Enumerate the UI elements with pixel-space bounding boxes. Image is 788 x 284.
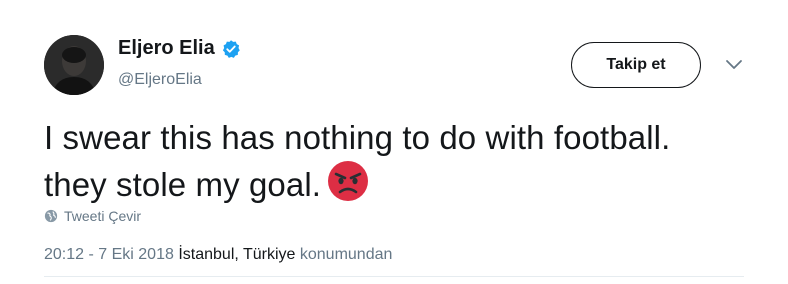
tweet-timestamp[interactable]: 20:12 - 7 Eki 2018 [44, 246, 174, 263]
author-name-row: Eljero Elia [118, 37, 241, 60]
tweet-location[interactable]: İstanbul, Türkiye [178, 246, 295, 263]
tweet-text: I swear this has nothing to do with foot… [44, 115, 744, 207]
divider [44, 276, 744, 277]
author-handle[interactable]: @EljeroElia [118, 71, 202, 89]
chevron-down-icon[interactable] [724, 58, 744, 72]
author-display-name[interactable]: Eljero Elia [118, 37, 215, 60]
translate-tweet-link[interactable]: Tweeti Çevir [44, 208, 141, 224]
translate-label[interactable]: Tweeti Çevir [64, 208, 141, 224]
avatar[interactable] [44, 35, 104, 95]
tweet-card: Eljero Elia @EljeroElia Takip et I swear… [0, 0, 788, 284]
tweet-text-line-1: I swear this has nothing to do with foot… [44, 119, 671, 156]
globe-icon [44, 209, 58, 223]
tweet-location-suffix: konumundan [299, 246, 393, 263]
follow-button[interactable]: Takip et [571, 42, 701, 88]
tweet-text-line-2-text: they stole my goal. [44, 166, 322, 203]
pouting-face-icon [327, 160, 369, 202]
verified-badge-icon [221, 39, 241, 59]
tweet-metadata: 20:12 - 7 Eki 2018 İstanbul, Türkiye kon… [44, 246, 392, 264]
tweet-text-line-2: they stole my goal. [44, 160, 744, 207]
